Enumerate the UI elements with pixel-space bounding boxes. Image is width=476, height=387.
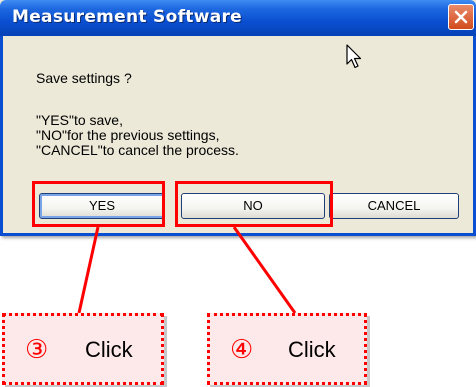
- connector-line-step4: [232, 226, 297, 314]
- callout-step3: ③ Click: [2, 313, 164, 385]
- connector-line-step3: [77, 226, 100, 314]
- step-label-4: Click: [288, 337, 336, 362]
- step-label-3: Click: [85, 337, 133, 362]
- callout-step4: ④ Click: [207, 313, 367, 385]
- step-number-3: ③: [25, 335, 49, 365]
- step-number-4: ④: [230, 335, 254, 365]
